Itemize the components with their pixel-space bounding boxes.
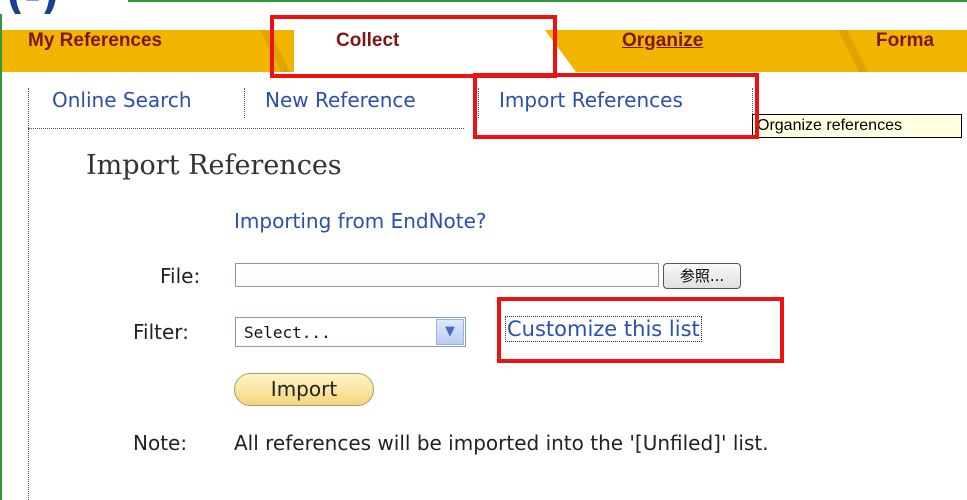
subnav-separator — [478, 88, 479, 118]
file-label: File: — [160, 264, 201, 288]
subnav-divider — [28, 128, 464, 129]
tooltip: Organize references — [752, 114, 962, 138]
tab-bar: My References Collect Organize Forma — [2, 30, 967, 72]
file-input[interactable] — [235, 263, 659, 287]
subnav-new-reference[interactable]: New Reference — [265, 88, 416, 112]
customize-list-link[interactable]: Customize this list — [505, 316, 702, 342]
subnav-online-search[interactable]: Online Search — [52, 88, 192, 112]
tab-my-references[interactable]: My References — [28, 30, 162, 72]
browse-button[interactable]: 参照... — [663, 263, 741, 289]
subnav-separator — [244, 88, 245, 118]
note-label: Note: — [133, 431, 188, 455]
page-frame — [0, 0, 967, 500]
endnote-import-link[interactable]: Importing from EndNote? — [234, 209, 487, 233]
tab-format[interactable]: Forma — [876, 30, 934, 72]
filter-label: Filter: — [133, 320, 189, 344]
chevron-down-icon[interactable]: ▼ — [436, 319, 464, 345]
tab-organize[interactable]: Organize — [622, 30, 703, 72]
page-title: Import References — [86, 150, 342, 181]
filter-select[interactable]: Select... ▼ — [235, 317, 466, 347]
subnav-import-references[interactable]: Import References — [499, 88, 683, 112]
tab-collect[interactable]: Collect — [336, 30, 399, 72]
corner-label: (-) — [0, 0, 128, 14]
sub-navigation: Online Search New Reference Import Refer… — [28, 88, 763, 118]
import-button[interactable]: Import — [234, 373, 374, 406]
filter-selected-value: Select... — [244, 323, 331, 342]
tab-separator — [260, 30, 290, 72]
tab-separator — [838, 30, 868, 72]
note-text: All references will be imported into the… — [234, 431, 769, 455]
content-border — [28, 88, 29, 500]
